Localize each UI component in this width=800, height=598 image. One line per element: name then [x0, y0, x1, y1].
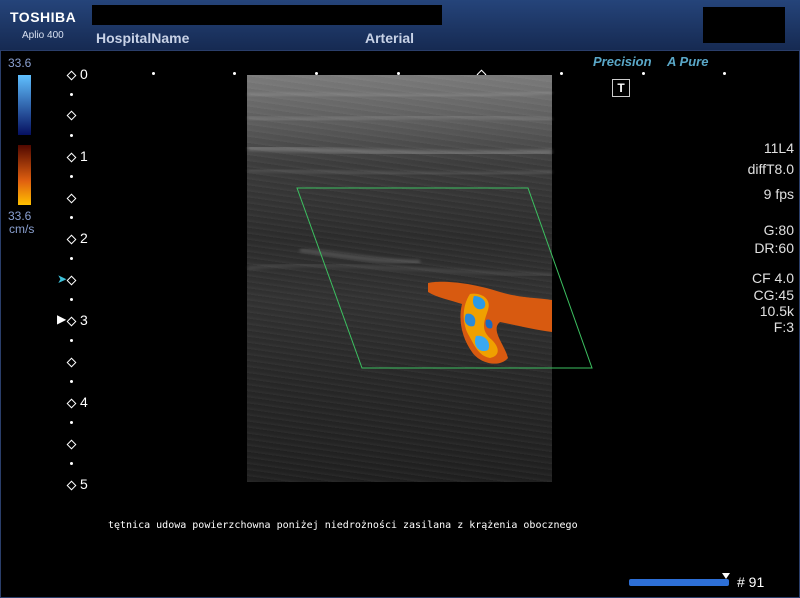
filter-label: F:3	[773, 319, 794, 335]
t-marker-button[interactable]: T	[612, 79, 630, 97]
apure-badge: A Pure	[667, 54, 709, 69]
annotation-caption: tętnica udowa powierzchowna poniżej nied…	[108, 520, 578, 531]
doppler-flow	[428, 281, 552, 364]
image-overlay	[247, 90, 593, 369]
color-frequency-label: CF 4.0	[751, 270, 794, 286]
color-roi-box	[296, 187, 593, 369]
dynamic-range-label: DR:60	[754, 240, 794, 256]
precision-badge: Precision	[593, 54, 652, 69]
gain-label: G:80	[763, 222, 794, 238]
cine-position-marker-icon[interactable]	[722, 573, 730, 579]
tissue-layers	[247, 90, 553, 277]
mode-label: diffT8.0	[747, 161, 794, 177]
cine-frame-bar[interactable]	[629, 579, 729, 586]
frame-number: # 91	[737, 574, 765, 590]
prf-label: 10.5k	[759, 303, 794, 319]
probe-label: 11L4	[763, 140, 794, 156]
color-gain-label: CG:45	[753, 287, 794, 303]
fps-label: 9 fps	[763, 186, 794, 202]
